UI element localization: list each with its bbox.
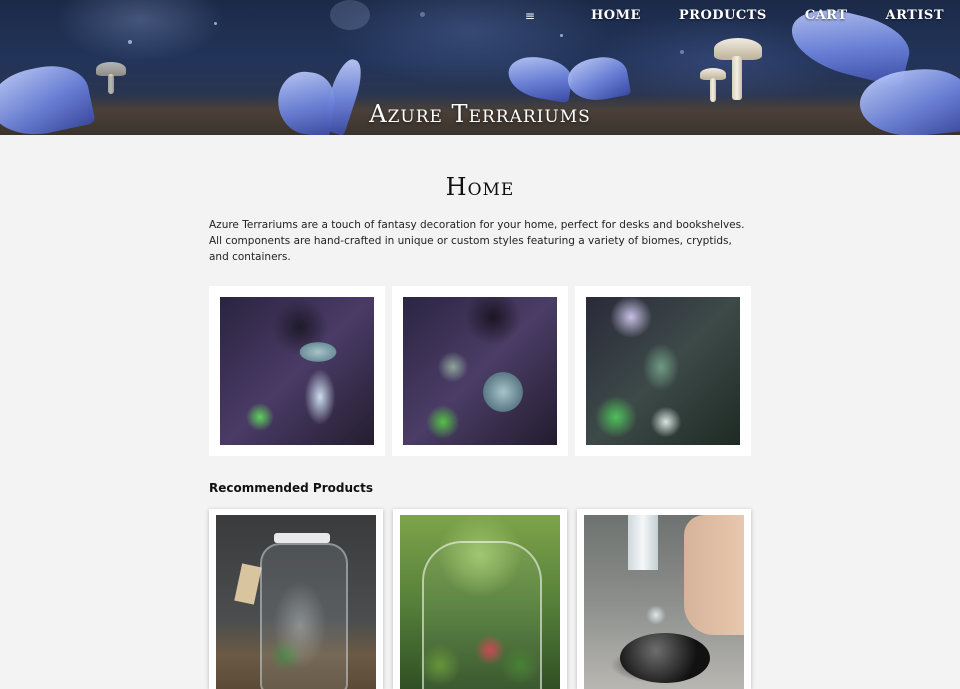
nav-link-cart[interactable]: CART [805,8,848,23]
terrarium-crystal-image [586,297,740,445]
gallery-card[interactable] [209,286,385,456]
jar-lid-shape [274,533,330,543]
product-card[interactable] [577,509,751,689]
site-title[interactable]: Azure Terrariums [0,100,960,128]
recommended-products-heading: Recommended Products [209,481,374,495]
product-card[interactable] [393,509,567,689]
bokeh-light [680,50,684,54]
person-arm-shape [684,515,744,635]
recommended-products [209,509,751,689]
glass-terrarium-plants-image [400,515,560,689]
terrarium-assembly-image [584,515,744,689]
bokeh-light [420,12,425,17]
header-banner: ≡ HOME PRODUCTS CART ARTIST Azure Terrar… [0,0,960,135]
bokeh-light [128,40,132,44]
jar-terrarium-deer-image [216,515,376,689]
menu-icon[interactable]: ≡ [525,9,535,23]
nav-link-artist[interactable]: ARTIST [886,8,944,23]
product-card[interactable] [209,509,383,689]
gallery-card[interactable] [575,286,751,456]
main-content: Home Azure Terrariums are a touch of fan… [209,173,751,689]
glass-jar-shape [422,541,542,689]
gallery-card[interactable] [392,286,568,456]
bokeh-light [330,0,370,30]
terrarium-mushroom-lamp-image [220,297,374,445]
price-tag-shape [234,563,262,605]
main-nav: ≡ HOME PRODUCTS CART ARTIST [525,8,944,23]
bokeh-light [560,34,563,37]
sand-tube-shape [628,515,658,570]
terrarium-orb-lamp-image [403,297,557,445]
nav-link-products[interactable]: PRODUCTS [679,8,767,23]
intro-text: Azure Terrariums are a touch of fantasy … [209,219,745,263]
nav-link-home[interactable]: HOME [591,8,641,23]
photo-gallery [209,286,751,456]
glass-bowl-shape [620,633,710,683]
bokeh-light [214,22,217,25]
glass-jar-shape [260,543,348,689]
page-title: Home [445,173,515,201]
